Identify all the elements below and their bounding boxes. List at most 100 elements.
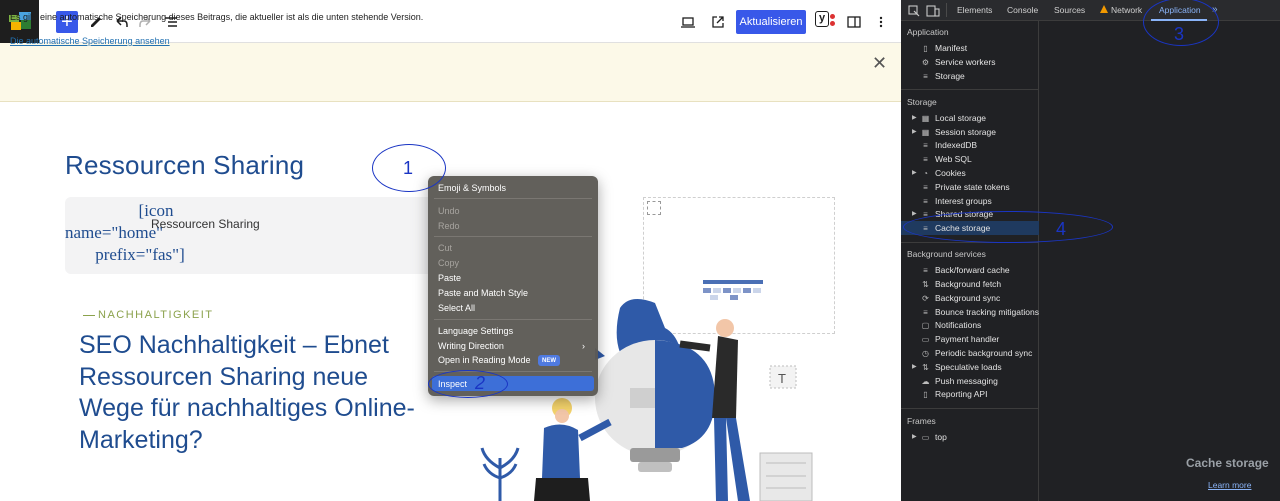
database-icon: ≡ bbox=[923, 182, 928, 192]
tree-item-bounce-tracking[interactable]: ≡ Bounce tracking mitigations bbox=[920, 307, 1039, 317]
arrows-icon: ⇅ bbox=[922, 279, 929, 289]
tree-item-interest-groups[interactable]: ≡ Interest groups bbox=[920, 196, 992, 206]
table-icon: ▦ bbox=[921, 127, 930, 137]
tree-item-label: Bounce tracking mitigations bbox=[935, 307, 1039, 317]
frame-icon: ▭ bbox=[921, 432, 930, 442]
annotation-number: 3 bbox=[1174, 24, 1185, 44]
close-icon[interactable]: ✕ bbox=[872, 53, 887, 74]
tree-item-speculative-loads[interactable]: ⇅ Speculative loads bbox=[920, 362, 1002, 372]
table-icon: ▦ bbox=[921, 113, 930, 123]
menu-item-copy[interactable]: Copy bbox=[438, 258, 459, 268]
menu-item-emoji[interactable]: Emoji & Symbols bbox=[438, 183, 506, 193]
tree-item-label: Local storage bbox=[935, 113, 987, 123]
tree-item-local-storage[interactable]: ▦ Local storage bbox=[920, 113, 986, 123]
tree-item-web-sql[interactable]: ≡ Web SQL bbox=[920, 154, 972, 164]
svg-text:T: T bbox=[778, 371, 786, 386]
expand-arrow-icon[interactable]: ▶ bbox=[912, 433, 917, 440]
tree-item-label: Speculative loads bbox=[935, 362, 1002, 372]
tree-item-background-fetch[interactable]: ⇅ Background fetch bbox=[920, 279, 1001, 289]
tree-item-reporting-api[interactable]: ▯ Reporting API bbox=[920, 389, 987, 399]
section-application: Application bbox=[907, 27, 949, 37]
tree-item-label: Push messaging bbox=[935, 376, 998, 386]
sidebar-icon bbox=[847, 16, 861, 28]
bell-icon: ▢ bbox=[921, 320, 930, 330]
tree-item-bfcache[interactable]: ≡ Back/forward cache bbox=[920, 265, 1010, 275]
preview-button[interactable] bbox=[676, 10, 700, 34]
tree-item-service-workers[interactable]: ⚙ Service workers bbox=[920, 57, 996, 67]
cloud-icon: ☁ bbox=[921, 376, 930, 386]
settings-sidebar-button[interactable] bbox=[842, 10, 866, 34]
menu-item-language-settings[interactable]: Language Settings bbox=[438, 326, 513, 336]
tab-console[interactable]: Console bbox=[1007, 5, 1038, 15]
tree-item-push-messaging[interactable]: ☁ Push messaging bbox=[920, 376, 998, 386]
menu-item-reading-mode[interactable]: Open in Reading Mode bbox=[438, 355, 531, 365]
post-headline[interactable]: SEO Nachhaltigkeit – Ebnet Ressourcen Sh… bbox=[79, 330, 434, 456]
database-icon: ≡ bbox=[923, 307, 928, 317]
shortcode-text: [icon name="home" prefix="fas"] bbox=[65, 200, 215, 266]
menu-item-select-all[interactable]: Select All bbox=[438, 303, 475, 313]
section-divider bbox=[901, 408, 1039, 409]
expand-arrow-icon[interactable]: ▶ bbox=[912, 363, 917, 370]
section-frames: Frames bbox=[907, 416, 936, 426]
tree-item-manifest[interactable]: ▯ Manifest bbox=[920, 43, 967, 53]
context-menu-items: Emoji & Symbols Undo Redo Cut Copy Paste… bbox=[428, 176, 598, 396]
tree-item-label: Service workers bbox=[935, 57, 996, 67]
database-icon: ≡ bbox=[923, 140, 928, 150]
tree-item-label: Background sync bbox=[935, 293, 1001, 303]
expand-arrow-icon[interactable]: ▶ bbox=[912, 169, 917, 176]
update-button[interactable]: Aktualisieren bbox=[736, 10, 806, 34]
view-autosave-link[interactable]: Die automatische Speicherung ansehen bbox=[10, 36, 170, 46]
tree-item-top-frame[interactable]: ▭ top bbox=[920, 432, 947, 442]
view-post-button[interactable] bbox=[706, 10, 730, 34]
gears-icon: ⚙ bbox=[921, 57, 930, 67]
new-badge: NEW bbox=[538, 355, 560, 366]
tree-item-label: Back/forward cache bbox=[935, 265, 1010, 275]
inspect-element-icon[interactable] bbox=[908, 4, 920, 22]
menu-item-paste-match-style[interactable]: Paste and Match Style bbox=[438, 288, 528, 298]
tree-item-notifications[interactable]: ▢ Notifications bbox=[920, 320, 982, 330]
category-kicker[interactable]: NACHHALTIGKEIT bbox=[98, 309, 214, 321]
menu-item-redo[interactable]: Redo bbox=[438, 221, 460, 231]
annotation-number: 2 bbox=[475, 373, 486, 393]
tree-item-session-storage[interactable]: ▦ Session storage bbox=[920, 127, 996, 137]
more-vertical-icon bbox=[879, 16, 883, 28]
tree-item-payment-handler[interactable]: ▭ Payment handler bbox=[920, 334, 1000, 344]
chevron-right-icon: › bbox=[582, 341, 585, 351]
tree-item-label: Storage bbox=[935, 71, 965, 81]
tab-network[interactable]: Network bbox=[1111, 5, 1142, 15]
tree-item-label: Session storage bbox=[935, 127, 996, 137]
arrows-icon: ⇅ bbox=[922, 362, 929, 372]
tree-item-private-state-tokens[interactable]: ≡ Private state tokens bbox=[920, 182, 1010, 192]
annotation-ring-2 bbox=[428, 370, 508, 398]
menu-item-paste[interactable]: Paste bbox=[438, 273, 461, 283]
tree-item-storage[interactable]: ≡ Storage bbox=[920, 71, 965, 81]
yoast-seo-button[interactable]: y bbox=[815, 11, 837, 33]
menu-item-writing-direction[interactable]: Writing Direction bbox=[438, 341, 504, 351]
tree-item-label: Web SQL bbox=[935, 154, 972, 164]
tree-item-periodic-sync[interactable]: ◷ Periodic background sync bbox=[920, 348, 1032, 358]
sync-icon: ⟳ bbox=[922, 293, 929, 303]
kicker-divider bbox=[83, 315, 95, 316]
expand-arrow-icon[interactable]: ▶ bbox=[912, 210, 917, 217]
autosave-notice bbox=[0, 43, 901, 102]
post-title[interactable]: Ressourcen Sharing bbox=[65, 150, 304, 181]
expand-arrow-icon[interactable]: ▶ bbox=[912, 114, 917, 121]
laptop-icon bbox=[681, 17, 695, 28]
tree-item-background-sync[interactable]: ⟳ Background sync bbox=[920, 293, 1000, 303]
seo-status-dot bbox=[830, 14, 835, 19]
database-icon: ≡ bbox=[923, 154, 928, 164]
tab-elements[interactable]: Elements bbox=[957, 5, 992, 15]
device-toolbar-icon[interactable] bbox=[926, 4, 940, 22]
menu-item-cut[interactable]: Cut bbox=[438, 243, 452, 253]
tree-item-label: Interest groups bbox=[935, 196, 992, 206]
options-menu-button[interactable] bbox=[869, 10, 893, 34]
tree-item-cookies[interactable]: ◔ Cookies bbox=[920, 168, 966, 178]
database-icon: ≡ bbox=[923, 196, 928, 206]
menu-item-undo[interactable]: Undo bbox=[438, 206, 460, 216]
tab-sources[interactable]: Sources bbox=[1054, 5, 1085, 15]
tree-item-indexeddb[interactable]: ≡ IndexedDB bbox=[920, 140, 977, 150]
section-storage: Storage bbox=[907, 97, 937, 107]
clock-icon: ◷ bbox=[922, 348, 929, 358]
expand-arrow-icon[interactable]: ▶ bbox=[912, 128, 917, 135]
learn-more-link[interactable]: Learn more bbox=[1208, 480, 1251, 490]
